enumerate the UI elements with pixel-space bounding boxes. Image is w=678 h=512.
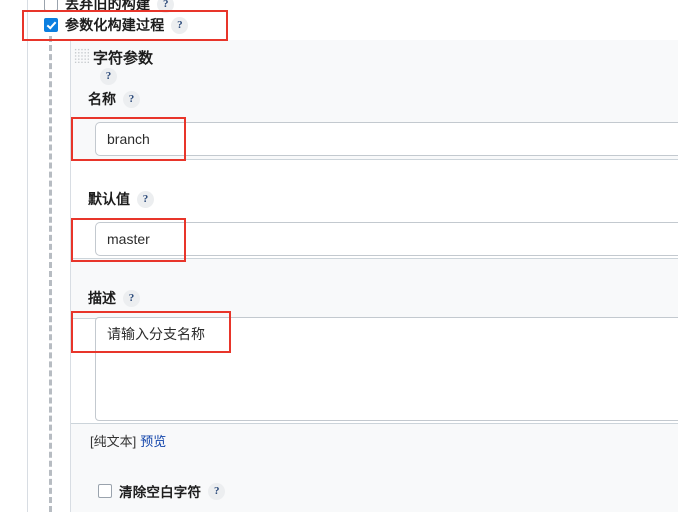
- default-value-label: 默认值: [88, 191, 130, 207]
- description-label-group: 描述 ?: [88, 288, 140, 308]
- help-icon[interactable]: ?: [157, 0, 175, 13]
- description-format-row: [纯文本] 预览: [90, 431, 166, 450]
- jenkins-config-page: 丢弃旧的构建 ? 参数化构建过程 ? 字符参数 ? 名称 ? 默认值 ? 描述 …: [0, 0, 678, 512]
- drag-handle-icon[interactable]: [74, 48, 89, 64]
- description-textarea[interactable]: [95, 317, 678, 421]
- parameter-type-title: 字符参数: [93, 50, 154, 67]
- description-format-label: [纯文本]: [90, 434, 137, 449]
- trim-whitespace-row[interactable]: 清除空白字符 ?: [98, 481, 226, 501]
- name-field-label: 名称: [88, 91, 116, 107]
- description-preview-link[interactable]: 预览: [140, 434, 166, 449]
- section-background-band-2: [71, 259, 678, 319]
- nested-block-dashed-rail: [49, 36, 52, 512]
- help-icon[interactable]: ?: [171, 16, 189, 34]
- help-icon[interactable]: ?: [123, 90, 140, 108]
- help-icon[interactable]: ?: [100, 68, 117, 85]
- trim-whitespace-checkbox[interactable]: [98, 484, 112, 498]
- discard-old-builds-checkbox[interactable]: [44, 0, 58, 11]
- description-label: 描述: [88, 290, 116, 306]
- discard-old-builds-label: 丢弃旧的构建: [65, 0, 151, 12]
- trim-whitespace-label: 清除空白字符: [119, 485, 202, 500]
- parameter-block-left-rail: [70, 40, 71, 512]
- default-value-label-group: 默认值 ?: [88, 189, 154, 209]
- form-left-rail: [27, 0, 28, 512]
- name-input[interactable]: [95, 122, 678, 156]
- discard-old-builds-row[interactable]: 丢弃旧的构建 ?: [44, 0, 175, 14]
- parameterized-build-checkbox[interactable]: [44, 18, 58, 32]
- divider-4: [71, 423, 678, 424]
- help-icon[interactable]: ?: [137, 190, 154, 208]
- divider-1: [71, 159, 678, 160]
- name-field-label-group: 名称 ?: [88, 89, 140, 109]
- divider-2: [71, 258, 678, 259]
- help-icon[interactable]: ?: [123, 289, 140, 307]
- parameterized-build-label: 参数化构建过程: [65, 17, 165, 33]
- default-value-input[interactable]: [95, 222, 678, 256]
- parameterized-build-row[interactable]: 参数化构建过程 ?: [44, 15, 189, 35]
- help-icon[interactable]: ?: [208, 482, 226, 500]
